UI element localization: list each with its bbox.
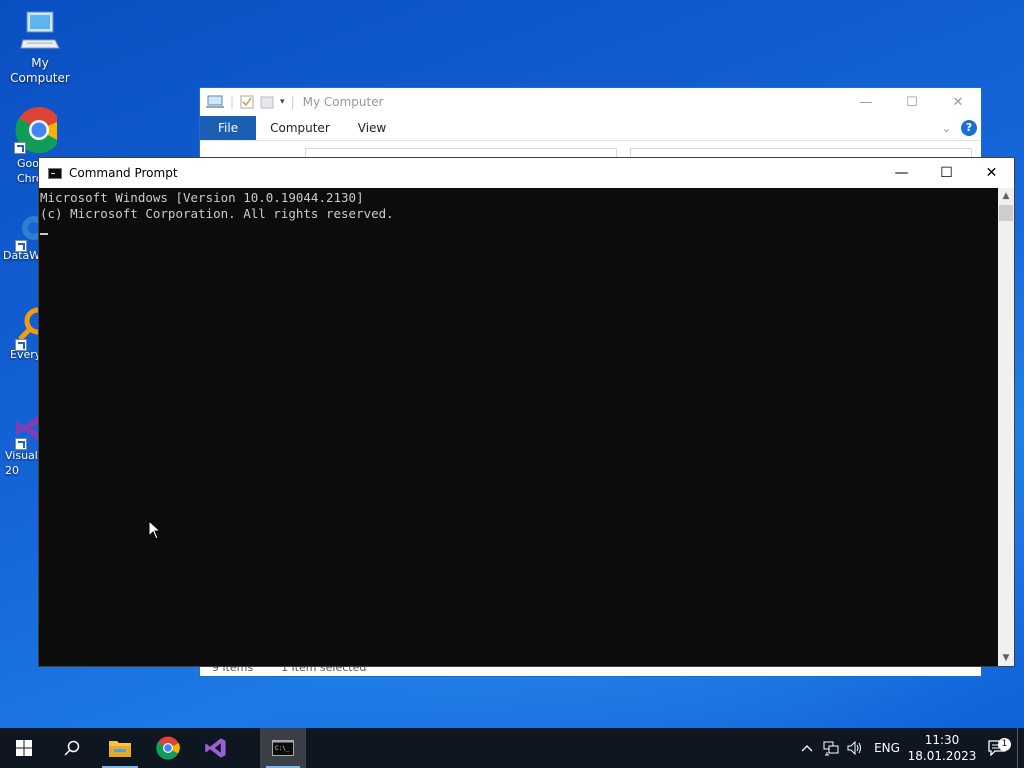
- tab-computer[interactable]: Computer: [256, 116, 344, 140]
- ribbon-expand-icon[interactable]: ⌄: [942, 122, 951, 135]
- properties-icon[interactable]: [240, 95, 254, 109]
- scroll-up-icon[interactable]: ▲: [998, 188, 1014, 204]
- system-tray: ENG 11:30 18.01.2023 1: [795, 728, 1024, 768]
- desktop-icon-label: My Computer: [10, 56, 70, 85]
- search-button[interactable]: [48, 728, 96, 768]
- command-prompt-window[interactable]: Command Prompt — ☐ ✕ Microsoft Windows […: [38, 157, 1015, 667]
- maximize-button[interactable]: ☐: [889, 95, 935, 110]
- scroll-thumb[interactable]: [999, 205, 1013, 221]
- taskbar: C:\_ ENG 11:30 18.01.2023 1: [0, 728, 1024, 768]
- help-icon[interactable]: ?: [961, 120, 977, 136]
- computer-icon: [206, 95, 224, 108]
- minimize-button[interactable]: —: [843, 95, 889, 110]
- explorer-title: My Computer: [302, 95, 384, 109]
- notification-badge: 1: [998, 738, 1011, 751]
- close-button[interactable]: ✕: [935, 95, 981, 110]
- explorer-ribbon: File Computer View ⌄ ?: [200, 116, 981, 141]
- shortcut-arrow-icon: [15, 339, 27, 351]
- taskbar-visual-studio[interactable]: [192, 728, 240, 768]
- clock-time: 11:30: [924, 733, 960, 747]
- tab-file[interactable]: File: [200, 116, 257, 140]
- cmd-titlebar[interactable]: Command Prompt — ☐ ✕: [39, 158, 1014, 188]
- clock-date: 18.01.2023: [907, 749, 977, 763]
- volume-icon[interactable]: [843, 741, 867, 755]
- search-icon: [64, 740, 80, 756]
- console-line: Microsoft Windows [Version 10.0.19044.21…: [40, 190, 364, 205]
- show-hidden-icons-icon[interactable]: [795, 744, 819, 752]
- scroll-down-icon[interactable]: ▼: [998, 650, 1014, 666]
- explorer-titlebar[interactable]: | ▾ | My Computer — ☐ ✕: [200, 88, 981, 116]
- desktop-icon-dataw[interactable]: DataW: [0, 210, 38, 263]
- close-button[interactable]: ✕: [969, 158, 1014, 188]
- language-indicator[interactable]: ENG: [867, 741, 907, 755]
- console-line: (c) Microsoft Corporation. All rights re…: [40, 206, 394, 221]
- text-cursor: [40, 232, 48, 235]
- taskbar-command-prompt[interactable]: C:\_: [260, 728, 306, 768]
- separator: |: [290, 95, 295, 109]
- maximize-button[interactable]: ☐: [924, 158, 969, 188]
- clock[interactable]: 11:30 18.01.2023: [907, 732, 977, 764]
- chrome-icon: [156, 736, 180, 760]
- quick-access-dropdown-icon[interactable]: ▾: [280, 97, 285, 107]
- desktop-icon-visual-studio[interactable]: Visual 20: [0, 410, 40, 478]
- desktop-icon-my-computer[interactable]: My Computer: [0, 10, 80, 86]
- show-desktop-button[interactable]: [1017, 728, 1024, 768]
- taskbar-file-explorer[interactable]: [96, 728, 144, 768]
- windows-logo-icon: [16, 740, 32, 756]
- visual-studio-icon: [205, 738, 226, 758]
- desktop-icon-label: Visual 20: [5, 449, 38, 477]
- shortcut-arrow-icon: [15, 240, 27, 252]
- separator: |: [230, 95, 235, 109]
- new-folder-icon[interactable]: [260, 95, 274, 109]
- mouse-pointer-icon: [148, 520, 162, 540]
- desktop-icon-everything[interactable]: Every: [0, 305, 40, 362]
- start-button[interactable]: [0, 728, 48, 768]
- cmd-title: Command Prompt: [69, 166, 178, 180]
- console-output[interactable]: Microsoft Windows [Version 10.0.19044.21…: [39, 188, 999, 666]
- folder-icon: [109, 741, 131, 757]
- computer-icon: [20, 11, 60, 49]
- shortcut-arrow-icon: [14, 142, 26, 154]
- minimize-button[interactable]: —: [879, 158, 924, 188]
- tab-view[interactable]: View: [344, 116, 400, 140]
- taskbar-chrome[interactable]: [144, 728, 192, 768]
- shortcut-arrow-icon: [15, 438, 27, 450]
- network-icon[interactable]: [819, 740, 843, 756]
- console-icon: C:\_: [272, 740, 294, 756]
- action-center-button[interactable]: 1: [977, 738, 1017, 756]
- console-icon: [48, 167, 62, 179]
- vertical-scrollbar[interactable]: ▲ ▼: [998, 188, 1014, 666]
- svg-text:C:\_: C:\_: [275, 745, 290, 752]
